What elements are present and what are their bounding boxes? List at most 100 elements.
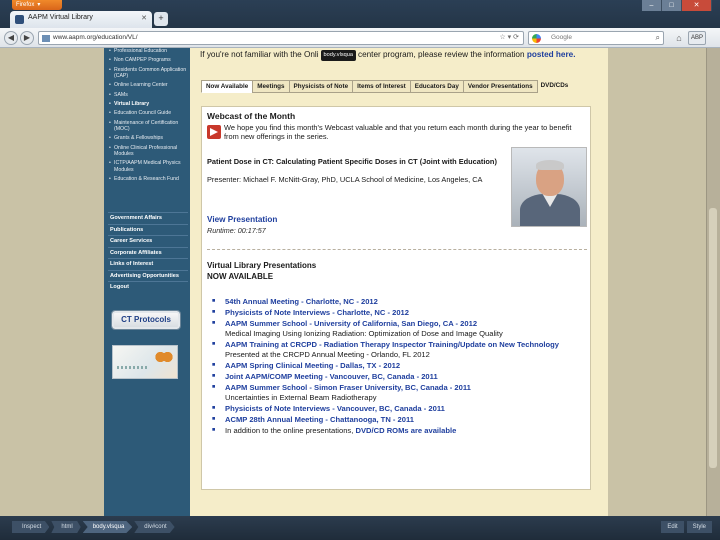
presentations-heading-line2: NOW AVAILABLE <box>207 271 274 281</box>
presentation-link[interactable]: Physicists of Note Interviews - Charlott… <box>225 308 409 317</box>
intro-text-start: If you're not familiar with the Onli <box>200 50 319 59</box>
list-item: Joint AAPM/COMP Meeting - Vancouver, BC,… <box>212 372 582 382</box>
tab-dvd-cds[interactable]: DVD/CDs <box>537 80 573 93</box>
inspector-crumb[interactable]: body.vlsqua <box>82 521 133 533</box>
butterfly-icon <box>155 350 173 364</box>
view-presentation-link[interactable]: View Presentation <box>207 215 277 224</box>
sidebar-item[interactable]: Education Council Guide <box>108 110 188 117</box>
dvd-link[interactable]: DVD/CD ROMs are available <box>355 426 456 435</box>
presentation-link[interactable]: Physicists of Note Interviews - Vancouve… <box>225 404 445 413</box>
url-bar-icons[interactable]: ☆ ▾ ⟳ <box>499 32 519 44</box>
list-item: AAPM Training at CRCPD - Radiation Thera… <box>212 340 582 359</box>
main-content: If you're not familiar with the Onli body… <box>190 48 608 516</box>
promo-banner-image[interactable] <box>112 345 178 379</box>
list-item: AAPM Summer School - University of Calif… <box>212 319 582 338</box>
ct-protocols-button[interactable]: CT Protocols <box>111 310 181 330</box>
sidebar-category-link[interactable]: Publications <box>108 223 188 236</box>
url-bar[interactable]: www.aapm.org/education/VL/ ☆ ▾ ⟳ <box>38 31 524 45</box>
tab-panel: Webcast of the Month We hope you find th… <box>201 106 591 490</box>
dvd-note-text: In addition to the online presentations, <box>225 426 354 436</box>
google-icon[interactable] <box>532 34 541 43</box>
inspector-action-button[interactable]: Edit <box>661 521 684 533</box>
sidebar-item[interactable]: Non CAMPEP Programs <box>108 57 188 64</box>
sidebar-category-link[interactable]: Links of Interest <box>108 258 188 270</box>
list-item: AAPM Spring Clinical Meeting - Dallas, T… <box>212 361 582 371</box>
presentation-link[interactable]: AAPM Training at CRCPD - Radiation Thera… <box>225 340 559 349</box>
list-item: Physicists of Note Interviews - Charlott… <box>212 308 582 318</box>
presentation-link[interactable]: AAPM Summer School - University of Calif… <box>225 319 477 328</box>
presentation-link[interactable]: Joint AAPM/COMP Meeting - Vancouver, BC,… <box>225 372 438 381</box>
sidebar-item[interactable]: Virtual Library <box>108 101 188 108</box>
browser-tab[interactable]: AAPM Virtual Library ✕ <box>10 11 152 28</box>
tab-now-available[interactable]: Now Available <box>201 80 254 93</box>
forward-arrow-icon[interactable]: ▶ <box>20 31 34 45</box>
presentations-list: 54th Annual Meeting - Charlotte, NC - 20… <box>212 297 582 438</box>
sidebar-category-link[interactable]: Advertising Opportunities <box>108 269 188 282</box>
back-arrow-icon[interactable]: ◀ <box>4 31 18 45</box>
presentation-subtitle: Medical Imaging Using Ionizing Radiation… <box>225 328 503 338</box>
sidebar-item[interactable]: Grants & Fellowships <box>108 135 188 142</box>
tab-title: AAPM Virtual Library <box>28 14 93 21</box>
search-placeholder: Google <box>551 34 572 41</box>
inspector-action-button[interactable]: Style <box>686 521 712 533</box>
posted-here-link[interactable]: posted here. <box>527 50 576 59</box>
presentation-link[interactable]: ACMP 28th Annual Meeting - Chattanooga, … <box>225 415 414 424</box>
tab-educators-day[interactable]: Educators Day <box>409 80 464 93</box>
presentation-link[interactable]: 54th Annual Meeting - Charlotte, NC - 20… <box>225 297 378 306</box>
sidebar-category-link[interactable]: Career Services <box>108 235 188 247</box>
presentation-subtitle: Uncertainties in External Beam Radiother… <box>225 392 377 402</box>
play-video-icon[interactable] <box>207 125 221 139</box>
close-window-button[interactable]: ✕ <box>682 0 712 11</box>
addon-button[interactable]: ABP <box>688 31 706 45</box>
sidebar-category-link[interactable]: Government Affairs <box>108 212 188 224</box>
firefox-menu-button[interactable]: Firefox ▾ <box>12 0 62 10</box>
home-icon[interactable]: ⌂ <box>672 31 686 45</box>
promo-decoration <box>117 366 147 369</box>
sidebar-category-link[interactable]: Corporate Affiliates <box>108 246 188 259</box>
sidebar-category-link[interactable]: Logout <box>108 281 188 293</box>
tab-physicists-of-note[interactable]: Physicists of Note <box>288 80 354 93</box>
sidebar-item[interactable]: ICTP/AAPM Medical Physics Modules <box>108 160 188 173</box>
list-item: 54th Annual Meeting - Charlotte, NC - 20… <box>212 297 582 307</box>
presentations-heading-line1: Virtual Library Presentations <box>207 261 317 270</box>
sidebar-item[interactable]: Professional Education <box>108 48 188 55</box>
navigation-bar: ◀ ▶ www.aapm.org/education/VL/ ☆ ▾ ⟳ Goo… <box>0 28 720 48</box>
title-bar: Firefox ▾ AAPM Virtual Library ✕ + – □ ✕ <box>0 0 720 28</box>
sidebar-item[interactable]: Maintenance of Certification (MOC) <box>108 120 188 133</box>
scrollbar-thumb[interactable] <box>709 208 717 468</box>
new-tab-button[interactable]: + <box>154 12 168 26</box>
site-identity-icon[interactable] <box>42 35 50 42</box>
runtime-text: Runtime: 00:17:57 <box>207 226 266 235</box>
sidebar-categories: Government Affairs Publications Career Ser… <box>108 212 188 293</box>
inspector-crumb[interactable]: html <box>51 521 81 533</box>
sidebar-item[interactable]: Education & Research Fund <box>108 176 188 183</box>
webcast-title: Patient Dose in CT: Calculating Patient … <box>207 157 497 166</box>
tab-items-of-interest[interactable]: Items of Interest <box>352 80 411 93</box>
sidebar-item[interactable]: Residents Common Application (CAP) <box>108 67 188 80</box>
search-icon[interactable]: ⌕ <box>656 32 660 44</box>
list-item: AAPM Summer School - Simon Fraser Univer… <box>212 383 582 402</box>
dashed-divider <box>207 249 587 250</box>
presentation-link[interactable]: AAPM Spring Clinical Meeting - Dallas, T… <box>225 361 400 370</box>
sidebar-menu: Professional Education Non CAMPEP Program… <box>108 48 188 186</box>
close-tab-icon[interactable]: ✕ <box>141 14 147 22</box>
sidebar-item[interactable]: SAMs <box>108 92 188 99</box>
url-text: www.aapm.org/education/VL/ <box>53 34 138 41</box>
inspector-actions: Edit Style <box>658 521 712 533</box>
presentations-heading: Virtual Library Presentations NOW AVAILA… <box>207 261 316 282</box>
tab-vendor-presentations[interactable]: Vendor Presentations <box>462 80 538 93</box>
webcast-heading: Webcast of the Month <box>207 111 296 121</box>
minimize-button[interactable]: – <box>642 0 662 11</box>
inspector-bar: Inspect html body.vlsqua div#cont Edit Style <box>0 516 720 540</box>
sidebar-item[interactable]: Online Clinical Professional Modules <box>108 145 188 158</box>
inspector-crumb[interactable]: Inspect <box>12 521 50 533</box>
presentation-link[interactable]: AAPM Summer School - Simon Fraser Univer… <box>225 383 471 392</box>
maximize-button[interactable]: □ <box>662 0 682 11</box>
sidebar-item[interactable]: Online Learning Center <box>108 82 188 89</box>
intro-text-end: center program, please review the inform… <box>357 50 525 59</box>
intro-paragraph: If you're not familiar with the Onli body… <box>200 50 600 61</box>
search-bar[interactable]: Google ⌕ <box>528 31 664 45</box>
tab-favicon-icon <box>15 15 24 24</box>
inspector-crumb[interactable]: div#cont <box>134 521 175 533</box>
tab-meetings[interactable]: Meetings <box>252 80 290 93</box>
